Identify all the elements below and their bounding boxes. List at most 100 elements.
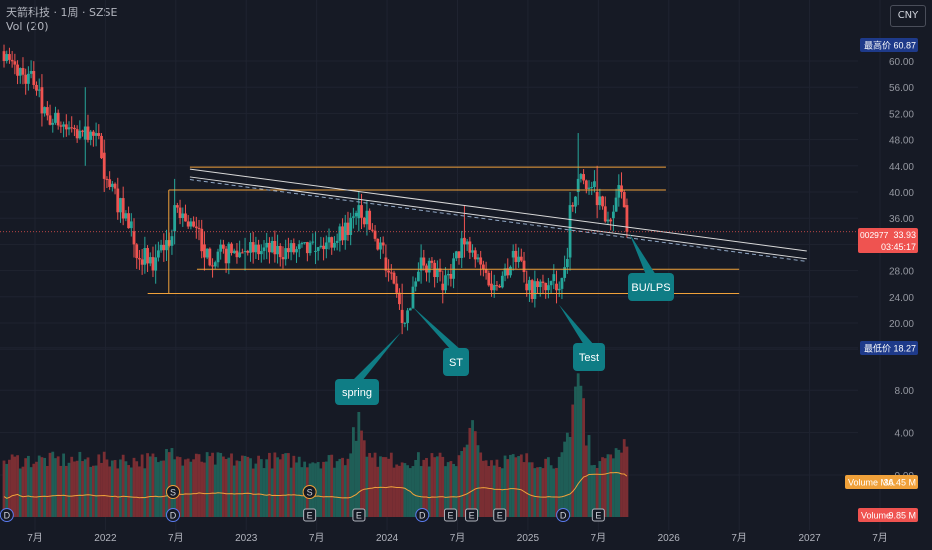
volume-bar bbox=[91, 465, 95, 517]
volume-bar bbox=[587, 435, 591, 517]
event-marker-d[interactable]: D bbox=[415, 508, 430, 522]
candle-body bbox=[148, 257, 152, 264]
volume-bar bbox=[511, 454, 515, 517]
volume-bar bbox=[146, 453, 149, 517]
volume-bar bbox=[240, 455, 244, 517]
price-chart[interactable]: spring ST Test BU/LPS D S D S E E D E E E D E 60.00 56.… bbox=[0, 0, 932, 550]
volume-bar bbox=[601, 457, 604, 517]
volume-bar bbox=[360, 430, 363, 517]
volume-bar bbox=[257, 455, 260, 517]
candle-body bbox=[379, 242, 382, 250]
event-marker-e[interactable]: E bbox=[493, 508, 507, 522]
candle-body bbox=[194, 226, 198, 228]
volume-bar bbox=[167, 452, 171, 517]
volume-bar bbox=[81, 461, 84, 517]
candle-body bbox=[292, 243, 296, 253]
volume-bar bbox=[165, 449, 168, 517]
volume-bar bbox=[435, 456, 439, 517]
volume-bar bbox=[457, 455, 461, 517]
candle-body bbox=[582, 174, 585, 181]
volume-bar bbox=[441, 456, 445, 517]
candle-body bbox=[159, 244, 163, 251]
candle-body bbox=[487, 272, 491, 286]
candle-body bbox=[116, 188, 120, 213]
candle-body bbox=[406, 310, 409, 323]
volume-bar bbox=[528, 462, 531, 517]
x-tick-label: 7月 bbox=[309, 532, 325, 544]
candle-body bbox=[368, 210, 372, 230]
candle-body bbox=[124, 213, 128, 219]
high-badge-label: 最高价 bbox=[864, 40, 891, 51]
candle-body bbox=[441, 283, 445, 291]
x-tick-label: 2025 bbox=[517, 533, 540, 544]
candle-body bbox=[614, 197, 618, 212]
candle-body bbox=[91, 131, 95, 136]
candle-body bbox=[384, 257, 388, 271]
x-tick-label: 7月 bbox=[168, 532, 184, 544]
y-tick-label: 36.00 bbox=[889, 214, 914, 225]
candle-body bbox=[584, 180, 588, 189]
candle-body bbox=[468, 241, 472, 253]
event-marker-e[interactable]: E bbox=[352, 508, 366, 522]
candle-body bbox=[598, 196, 602, 206]
y-axis[interactable]: 60.0056.0052.0048.0044.0040.0036.0032.00… bbox=[889, 57, 914, 482]
volume-bar bbox=[522, 462, 526, 517]
x-tick-label: 7月 bbox=[27, 532, 43, 544]
volume-bar bbox=[113, 460, 117, 517]
event-marker-e[interactable]: E bbox=[303, 508, 317, 522]
candle-body bbox=[227, 243, 231, 264]
candle-body bbox=[490, 283, 493, 291]
candle-body bbox=[481, 264, 485, 270]
event-marker-e[interactable]: E bbox=[443, 508, 457, 522]
volume-bar bbox=[506, 459, 510, 517]
candle-body bbox=[208, 248, 212, 266]
candle-body bbox=[181, 213, 185, 218]
volume-bar bbox=[78, 451, 82, 517]
candle-body bbox=[197, 227, 201, 229]
candle-body bbox=[5, 54, 9, 61]
candle-body bbox=[175, 205, 179, 208]
candle-body bbox=[189, 221, 193, 227]
event-marker-d[interactable]: D bbox=[166, 508, 181, 522]
candle-body bbox=[259, 251, 263, 255]
volume-bar bbox=[414, 459, 418, 517]
x-axis[interactable]: 7月 2022 7月 2023 7月 2024 7月 2025 7月 2026 7月 2027 7月 bbox=[27, 532, 888, 544]
volume-bar bbox=[18, 468, 22, 517]
volume-bar bbox=[208, 456, 212, 517]
volume-bar bbox=[97, 454, 101, 517]
event-marker-label: E bbox=[356, 511, 362, 521]
candle-body bbox=[221, 244, 225, 249]
volume-bar bbox=[430, 453, 434, 517]
volume-bar bbox=[560, 452, 564, 517]
volume-bar bbox=[243, 455, 247, 517]
volume-bar bbox=[525, 453, 529, 517]
volume-bar bbox=[341, 457, 344, 517]
volume-bar bbox=[200, 461, 204, 517]
candle-body bbox=[213, 262, 217, 267]
event-marker-d[interactable]: D bbox=[556, 508, 571, 522]
candle-body bbox=[370, 229, 374, 231]
event-marker-e[interactable]: E bbox=[465, 508, 479, 522]
candle-body bbox=[265, 242, 269, 248]
volume-bar bbox=[530, 462, 534, 517]
y-tick-label: 52.00 bbox=[889, 109, 914, 120]
event-marker-e[interactable]: E bbox=[591, 508, 605, 522]
candle-body bbox=[146, 248, 149, 264]
event-marker-d[interactable]: D bbox=[0, 508, 14, 522]
candle-body bbox=[102, 152, 106, 179]
event-marker-s[interactable]: S bbox=[166, 485, 181, 499]
volume-bar bbox=[281, 454, 285, 517]
callout-label: BU/LPS bbox=[631, 282, 670, 294]
y-tick-label: 44.00 bbox=[889, 162, 914, 173]
volume-bar bbox=[495, 459, 499, 517]
volume-bar bbox=[16, 455, 19, 517]
candle-body bbox=[51, 122, 55, 125]
volume-bar bbox=[368, 453, 372, 517]
event-marker-label: E bbox=[469, 511, 475, 521]
volume-bar bbox=[181, 465, 185, 517]
callout-pointer bbox=[352, 332, 402, 381]
candle-body bbox=[138, 258, 141, 260]
callout-spring: spring bbox=[335, 332, 402, 405]
candle-body bbox=[132, 231, 136, 245]
event-marker-s[interactable]: S bbox=[302, 485, 317, 499]
